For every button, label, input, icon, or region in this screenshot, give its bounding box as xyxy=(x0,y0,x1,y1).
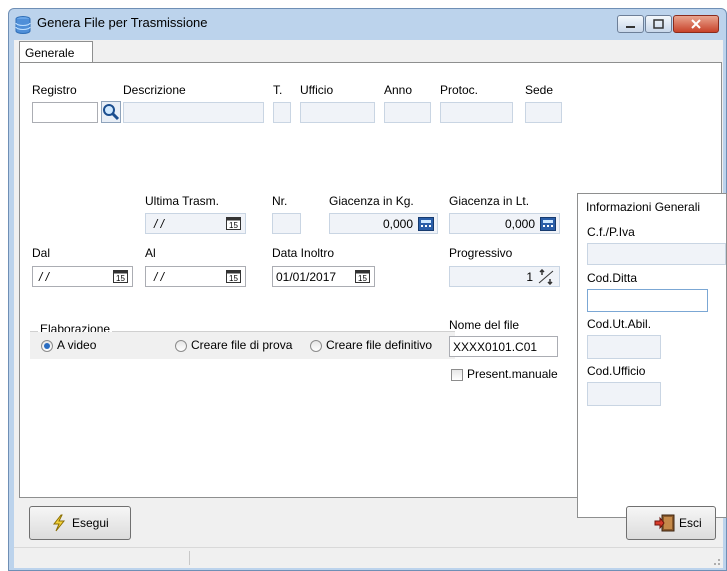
tab-page-generale: Registro Descrizione T. Ufficio Anno Pro… xyxy=(19,62,727,518)
cf-piva-input[interactable] xyxy=(587,243,726,265)
title-bar[interactable]: Genera File per Trasmissione xyxy=(9,9,726,39)
client-area: Generale Registro Descrizione T. Ufficio… xyxy=(14,40,727,568)
data-inoltro-input[interactable]: 01/01/2017 15 xyxy=(272,266,375,287)
radio-file-prova-label[interactable]: Creare file di prova xyxy=(191,338,292,352)
sede-input[interactable] xyxy=(525,102,562,123)
calendar-icon[interactable]: 15 xyxy=(226,270,241,283)
nome-file-label: Nome del file xyxy=(449,318,520,332)
maximize-button[interactable] xyxy=(645,15,672,33)
protoc-input[interactable] xyxy=(440,102,513,123)
resize-grip-icon[interactable] xyxy=(711,556,721,566)
giacenza-lt-input[interactable]: 0,000 xyxy=(449,213,560,234)
cod-ditta-input[interactable] xyxy=(587,289,708,312)
dal-label: Dal xyxy=(32,246,51,260)
progressivo-input[interactable]: 1 xyxy=(449,266,560,287)
close-icon xyxy=(691,19,701,29)
spin-arrows-icon[interactable] xyxy=(537,269,555,285)
esci-button[interactable]: Esci xyxy=(626,506,716,540)
nr-input[interactable] xyxy=(272,213,301,234)
info-panel-title: Informazioni Generali xyxy=(586,200,701,214)
close-button[interactable] xyxy=(673,15,719,33)
exit-door-icon xyxy=(654,514,675,532)
cod-ut-abil-label: Cod.Ut.Abil. xyxy=(587,317,652,331)
ultima-trasm-label: Ultima Trasm. xyxy=(145,194,220,208)
search-icon[interactable] xyxy=(101,101,121,123)
cod-ditta-label: Cod.Ditta xyxy=(587,271,638,285)
al-label: Al xyxy=(145,246,156,260)
sede-label: Sede xyxy=(525,83,554,97)
calendar-icon-day: 15 xyxy=(229,274,238,283)
calculator-icon[interactable] xyxy=(540,217,556,231)
esegui-button[interactable]: Esegui xyxy=(29,506,131,540)
t-input[interactable] xyxy=(273,102,291,123)
radio-file-prova[interactable] xyxy=(175,340,187,352)
anno-label: Anno xyxy=(384,83,413,97)
radio-file-definitivo[interactable] xyxy=(310,340,322,352)
calendar-icon[interactable]: 15 xyxy=(355,270,370,283)
maximize-icon xyxy=(653,19,664,29)
dal-input[interactable]: / / 15 xyxy=(32,266,133,287)
protoc-label: Protoc. xyxy=(440,83,479,97)
descrizione-input[interactable] xyxy=(123,102,264,123)
nome-file-input[interactable]: XXXX0101.C01 xyxy=(449,336,558,357)
present-manuale-label[interactable]: Present.manuale xyxy=(467,367,558,381)
calculator-icon[interactable] xyxy=(418,217,434,231)
registro-input[interactable] xyxy=(32,102,98,123)
window-title: Genera File per Trasmissione xyxy=(37,15,208,30)
esci-label: Esci xyxy=(679,516,702,530)
radio-a-video[interactable] xyxy=(41,340,53,352)
radio-file-definitivo-label[interactable]: Creare file definitivo xyxy=(326,338,432,352)
data-inoltro-label: Data Inoltro xyxy=(272,246,335,260)
main-window: Genera File per Trasmissione Generale Re… xyxy=(8,8,727,571)
calendar-icon-day: 15 xyxy=(358,274,367,283)
t-label: T. xyxy=(273,83,283,97)
anno-input[interactable] xyxy=(384,102,431,123)
progressivo-label: Progressivo xyxy=(449,246,513,260)
tab-generale[interactable]: Generale xyxy=(19,41,93,63)
cod-ut-abil-input[interactable] xyxy=(587,335,661,359)
cod-ufficio-input[interactable] xyxy=(587,382,661,406)
descrizione-label: Descrizione xyxy=(123,83,186,97)
ultima-trasm-input[interactable]: / / 15 xyxy=(145,213,246,234)
calendar-icon-day: 15 xyxy=(229,221,238,230)
radio-a-video-label[interactable]: A video xyxy=(57,338,96,352)
minimize-icon xyxy=(626,26,635,28)
cod-ufficio-label: Cod.Ufficio xyxy=(587,364,646,378)
tab-generale-label: Generale xyxy=(25,46,75,60)
calendar-icon[interactable]: 15 xyxy=(113,270,128,283)
registro-label: Registro xyxy=(32,83,77,97)
nr-label: Nr. xyxy=(272,194,288,208)
status-bar xyxy=(14,547,723,568)
giacenza-kg-input[interactable]: 0,000 xyxy=(329,213,438,234)
calendar-icon-day: 15 xyxy=(116,274,125,283)
ufficio-label: Ufficio xyxy=(300,83,334,97)
present-manuale-checkbox[interactable] xyxy=(451,369,463,381)
ufficio-input[interactable] xyxy=(300,102,375,123)
giacenza-lt-label: Giacenza in Lt. xyxy=(449,194,530,208)
esegui-label: Esegui xyxy=(72,516,109,530)
al-input[interactable]: / / 15 xyxy=(145,266,246,287)
informazioni-generali-panel: Informazioni Generali C.f./P.Iva Cod.Dit… xyxy=(577,193,727,518)
cf-piva-label: C.f./P.Iva xyxy=(587,225,635,239)
giacenza-kg-label: Giacenza in Kg. xyxy=(329,194,414,208)
lightning-icon xyxy=(52,514,66,532)
calendar-icon[interactable]: 15 xyxy=(226,217,241,230)
minimize-button[interactable] xyxy=(617,15,644,33)
database-icon xyxy=(15,16,31,34)
